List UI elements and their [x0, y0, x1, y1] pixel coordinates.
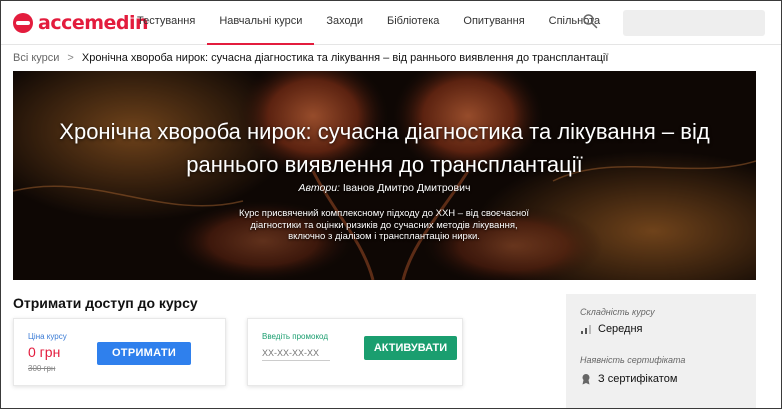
breadcrumb-current: Хронічна хвороба нирок: сучасна діагност…: [81, 52, 609, 64]
get-course-button[interactable]: ОТРИМАТИ: [97, 342, 191, 365]
breadcrumb-root-link[interactable]: Всі курси: [13, 52, 59, 64]
nav-item-community[interactable]: Спільнота: [537, 1, 612, 45]
access-section-title: Отримати доступ до курсу: [13, 295, 198, 311]
course-info-panel: Складність курсу Середня Наявність серти…: [566, 294, 756, 408]
price-card: Ціна курсу 0 грн 300 грн ОТРИМАТИ: [13, 318, 226, 386]
course-hero-banner: Хронічна хвороба нирок: сучасна діагност…: [13, 71, 756, 280]
price-label: Ціна курсу: [28, 332, 67, 341]
promo-card: Введіть промокод АКТИВУВАТИ: [247, 318, 463, 386]
course-description: Курс присвячений комплексному підходу до…: [238, 208, 530, 242]
nav-item-events[interactable]: Заходи: [314, 1, 375, 45]
user-account-block[interactable]: [623, 10, 765, 36]
signal-bars-icon: [581, 325, 591, 334]
promo-label: Введіть промокод: [262, 332, 328, 341]
top-navigation: accemedin Тестування Навчальні курси Зах…: [1, 1, 781, 45]
main-menu: Тестування Навчальні курси Заходи Бібліо…: [125, 1, 612, 45]
authors-names[interactable]: Іванов Дмитро Дмитрович: [343, 182, 471, 194]
difficulty-value: Середня: [598, 323, 643, 335]
activate-promo-button[interactable]: АКТИВУВАТИ: [364, 336, 457, 360]
nav-item-library[interactable]: Бібліотека: [375, 1, 451, 45]
difficulty-value-row: Середня: [580, 323, 643, 335]
certificate-value-row: З сертифікатом: [580, 373, 677, 385]
breadcrumb: Всі курси > Хронічна хвороба нирок: суча…: [13, 52, 608, 64]
promo-code-input[interactable]: [262, 345, 330, 361]
search-icon[interactable]: [582, 13, 598, 29]
course-title: Хронічна хвороба нирок: сучасна діагност…: [59, 119, 710, 177]
breadcrumb-separator: >: [67, 52, 74, 64]
award-icon: [582, 374, 590, 385]
certificate-value: З сертифікатом: [598, 373, 678, 385]
course-authors: Автори: Іванов Дмитро Дмитрович: [13, 182, 756, 194]
difficulty-label: Складність курсу: [580, 307, 655, 317]
certificate-label: Наявність сертифіката: [580, 355, 686, 365]
nav-item-surveys[interactable]: Опитування: [451, 1, 536, 45]
authors-label: Автори:: [298, 182, 340, 194]
price-value: 0 грн: [28, 344, 61, 360]
price-old: 300 грн: [28, 364, 56, 373]
nav-item-testing[interactable]: Тестування: [125, 1, 207, 45]
page-frame: accemedin Тестування Навчальні курси Зах…: [0, 0, 782, 409]
logo-mark-icon: [13, 13, 33, 33]
nav-item-courses[interactable]: Навчальні курси: [207, 1, 315, 45]
